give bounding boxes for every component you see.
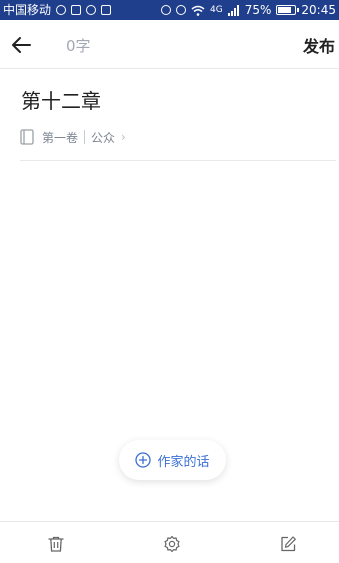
signal-icon: [227, 4, 239, 16]
carrier-label: 中国移动: [3, 3, 52, 17]
status-left: 中国移动: [0, 0, 112, 20]
battery-percent: 75%: [244, 3, 272, 17]
plus-circle-icon: [135, 452, 152, 468]
notification-icon: [71, 5, 82, 15]
vibrate-icon: [161, 5, 172, 15]
image-icon: [101, 5, 112, 15]
battery-icon: [276, 5, 300, 15]
clock: 20:45: [301, 3, 336, 17]
chapter-title[interactable]: 第十二章: [21, 85, 101, 114]
gear-icon[interactable]: [163, 535, 181, 553]
author-words-label: 作家的话: [157, 454, 210, 470]
back-arrow-icon[interactable]: [9, 33, 33, 57]
data-saver-icon: [56, 5, 67, 15]
visibility-label: 公众: [91, 130, 116, 145]
wifi-icon: [191, 5, 205, 16]
publish-button[interactable]: 发布: [303, 33, 335, 57]
word-count: 0字: [66, 37, 91, 55]
book-icon: [20, 129, 34, 145]
screen: 中国移动 4G 75% 20:45 0字 发布 第十二章 第一卷 公众 › 作家…: [0, 0, 339, 563]
chapter-meta-row[interactable]: 第一卷 公众 ›: [20, 128, 126, 146]
network-type: 4G: [210, 5, 223, 15]
bottom-toolbar: [0, 521, 339, 563]
chevron-right-icon: ›: [121, 130, 126, 144]
volume-label: 第一卷: [42, 130, 79, 145]
title-divider: [20, 160, 336, 161]
sync-icon: [86, 5, 97, 15]
author-words-button[interactable]: 作家的话: [119, 440, 226, 480]
status-right: 4G 75% 20:45: [161, 0, 339, 20]
top-bar: 0字 发布: [0, 20, 339, 69]
status-bar: 中国移动 4G 75% 20:45: [0, 0, 339, 20]
alarm-icon: [176, 5, 187, 15]
meta-separator: [84, 130, 86, 144]
edit-icon[interactable]: [279, 535, 297, 553]
trash-icon[interactable]: [47, 535, 65, 553]
